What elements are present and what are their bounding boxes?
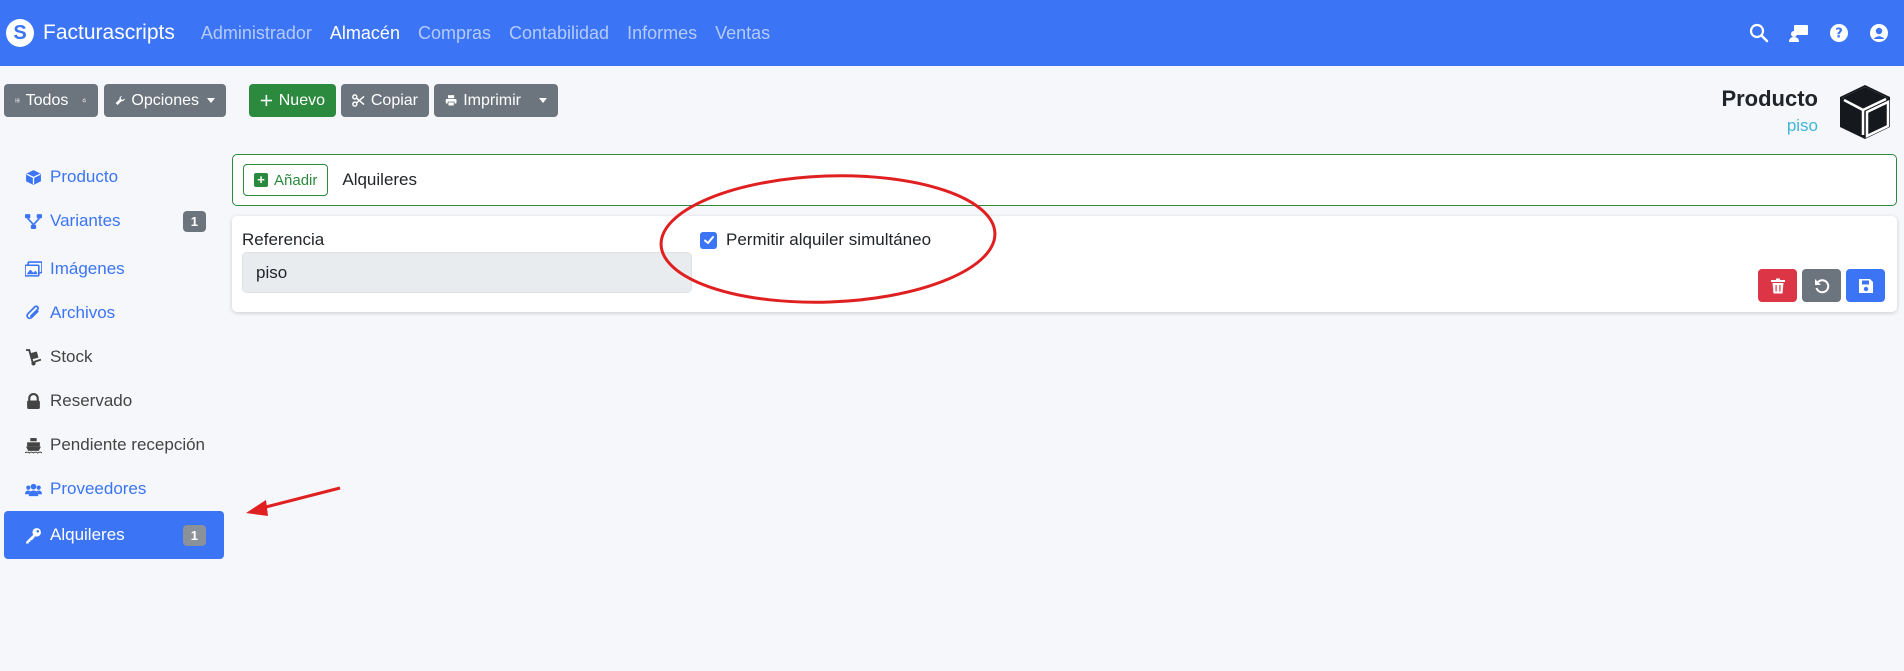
page-title: Producto — [1721, 86, 1818, 111]
brand[interactable]: S Facturascripts — [6, 19, 175, 47]
count-badge: 1 — [182, 210, 206, 232]
opciones-button[interactable]: Opciones — [104, 84, 226, 117]
caret-down-icon[interactable] — [539, 98, 547, 103]
sidebar-item-reservado[interactable]: Reservado — [4, 379, 224, 423]
add-button[interactable]: + Añadir — [243, 164, 329, 196]
sidebar-item-variantes[interactable]: Variantes 1 — [4, 199, 224, 243]
sidebar-item-label: Reservado — [50, 391, 133, 410]
sidebar-item-label: Alquileres — [50, 525, 125, 544]
brand-name: Facturascripts — [43, 21, 175, 44]
add-button-label: Añadir — [274, 171, 318, 189]
images-icon — [24, 260, 42, 278]
svg-text:?: ? — [1835, 27, 1843, 42]
ship-icon — [24, 436, 42, 454]
sidebar-item-label: Stock — [50, 347, 93, 366]
count-badge: 1 — [182, 524, 206, 546]
users-icon — [24, 480, 42, 498]
referencia-input[interactable] — [242, 252, 692, 293]
top-navbar: S Facturascripts Administrador Almacén C… — [0, 0, 1904, 66]
section-title: Alquileres — [342, 170, 418, 189]
trash-icon — [1770, 278, 1785, 293]
todos-button[interactable]: Todos — [4, 84, 98, 117]
simultaneous-rental-checkbox[interactable]: Permitir alquiler simultáneo — [700, 230, 931, 250]
page-header: Producto piso — [1721, 86, 1818, 136]
sidebar-item-stock[interactable]: Stock — [4, 335, 224, 379]
paperclip-icon — [24, 304, 42, 322]
undo-icon — [1814, 278, 1829, 293]
opciones-label: Opciones — [131, 91, 199, 109]
chalkboard-user-icon[interactable] — [1788, 22, 1810, 44]
menu-administrador[interactable]: Administrador — [201, 23, 312, 44]
copiar-label: Copiar — [370, 91, 418, 109]
sidebar-item-label: Proveedores — [50, 479, 147, 498]
sidebar-item-proveedores[interactable]: Proveedores — [4, 467, 224, 511]
sidebar-item-producto[interactable]: Producto — [4, 155, 224, 199]
wrench-icon — [115, 95, 125, 106]
lock-icon — [24, 392, 42, 410]
sidebar: Producto Variantes 1 Imágenes Archivos S… — [4, 155, 224, 559]
key-icon — [24, 526, 42, 544]
plus-square-icon: + — [254, 173, 268, 187]
sidebar-item-label: Imágenes — [50, 259, 125, 278]
add-bar: + Añadir Alquileres — [232, 154, 1897, 206]
menu-almacen[interactable]: Almacén — [330, 23, 400, 44]
sidebar-item-label: Pendiente recepción — [50, 435, 206, 454]
sidebar-item-label: Producto — [50, 167, 119, 186]
imprimir-button[interactable]: Imprimir — [434, 84, 558, 117]
menu-informes[interactable]: Informes — [627, 23, 697, 44]
menu-compras[interactable]: Compras — [418, 23, 491, 44]
dolly-icon — [24, 348, 42, 366]
sidebar-item-pendiente-recepcion[interactable]: Pendiente recepción — [4, 423, 224, 467]
print-icon — [445, 95, 457, 107]
toolbar: Todos Opciones Nuevo Copiar Imprimir — [4, 84, 558, 117]
navbar-icons: ? — [1748, 22, 1890, 44]
caret-down-icon — [207, 98, 215, 103]
save-button[interactable] — [1846, 269, 1885, 302]
delete-button[interactable] — [1758, 269, 1797, 302]
sidebar-item-label: Variantes — [50, 211, 121, 230]
cube-icon — [24, 168, 42, 186]
refresh-icon — [82, 98, 87, 103]
rental-form-card: Referencia Permitir alquiler simultáneo — [232, 216, 1897, 312]
page-subtitle: piso — [1786, 116, 1818, 135]
plus-icon — [260, 94, 272, 107]
todos-label: Todos — [25, 91, 69, 109]
nuevo-button[interactable]: Nuevo — [249, 84, 336, 117]
main-menu: Administrador Almacén Compras Contabilid… — [201, 23, 788, 44]
sidebar-item-label: Archivos — [50, 303, 116, 322]
copiar-button[interactable]: Copiar — [341, 84, 429, 117]
sidebar-item-archivos[interactable]: Archivos — [4, 291, 224, 335]
row-actions — [1758, 269, 1885, 302]
imprimir-label: Imprimir — [463, 91, 521, 109]
annotation-arrow-line — [261, 486, 341, 510]
cube-icon — [1840, 85, 1890, 139]
list-icon — [15, 98, 20, 103]
question-icon[interactable]: ? — [1828, 22, 1850, 44]
brand-logo-icon: S — [6, 19, 34, 47]
nuevo-label: Nuevo — [278, 91, 325, 109]
menu-ventas[interactable]: Ventas — [715, 23, 770, 44]
undo-button[interactable] — [1802, 269, 1841, 302]
checkbox-label: Permitir alquiler simultáneo — [726, 230, 932, 249]
search-icon[interactable] — [1748, 22, 1770, 44]
scissors-icon — [352, 94, 365, 107]
sitemap-icon — [24, 212, 42, 230]
user-circle-icon[interactable] — [1868, 22, 1890, 44]
checkbox-checked-icon[interactable] — [700, 231, 717, 249]
menu-contabilidad[interactable]: Contabilidad — [509, 23, 609, 44]
save-icon — [1858, 278, 1873, 293]
sidebar-item-alquileres[interactable]: Alquileres 1 — [4, 511, 224, 559]
sidebar-item-imagenes[interactable]: Imágenes — [4, 247, 224, 291]
annotation-arrow-head — [246, 500, 268, 516]
referencia-label: Referencia — [242, 230, 325, 249]
